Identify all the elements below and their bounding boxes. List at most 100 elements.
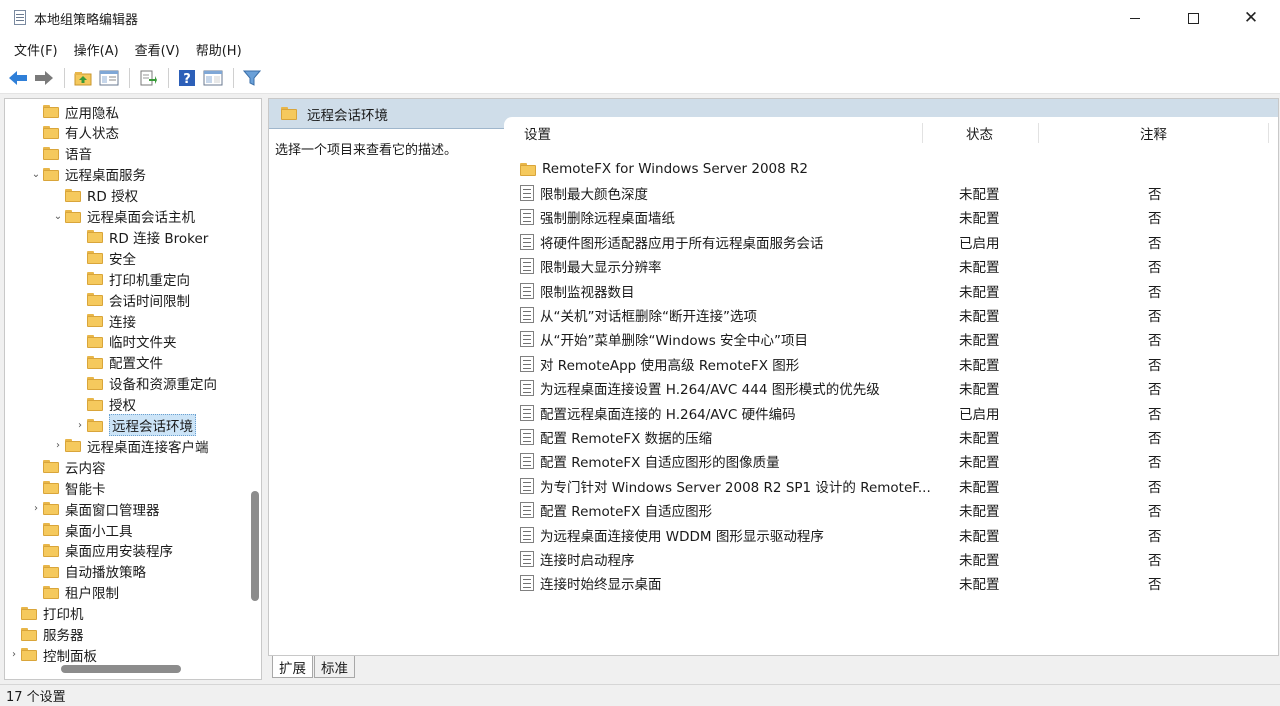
tree-item[interactable]: › 桌面窗口管理器 bbox=[29, 498, 160, 519]
filter-button[interactable] bbox=[240, 66, 264, 90]
tree-item[interactable]: 有人状态 bbox=[29, 122, 119, 143]
tree-item[interactable]: 授权 bbox=[73, 394, 136, 415]
show-hide-tree-button[interactable] bbox=[97, 66, 121, 90]
tree-item[interactable]: 安全 bbox=[73, 247, 136, 268]
svg-text:?: ? bbox=[183, 72, 191, 87]
tree-item[interactable]: 云内容 bbox=[29, 456, 106, 477]
vertical-scrollbar-thumb[interactable] bbox=[251, 491, 259, 601]
column-divider[interactable] bbox=[922, 123, 923, 143]
folder-icon bbox=[87, 314, 103, 327]
tree-item[interactable]: 会话时间限制 bbox=[73, 289, 190, 310]
tree-item[interactable]: 租户限制 bbox=[29, 582, 119, 603]
tree-item[interactable]: 打印机 bbox=[7, 603, 84, 624]
tab-standard-label: 标准 bbox=[321, 660, 348, 677]
tree-item[interactable]: › 远程桌面连接客户端 bbox=[51, 435, 209, 456]
tab-standard[interactable]: 标准 bbox=[314, 656, 355, 678]
chevron-right-icon[interactable]: › bbox=[51, 440, 65, 451]
setting-row[interactable]: 限制监视器数目 未配置 否 bbox=[504, 279, 1278, 303]
tree-item[interactable]: › 控制面板 bbox=[7, 644, 97, 665]
export-list-button[interactable] bbox=[136, 66, 160, 90]
tree-item[interactable]: 临时文件夹 bbox=[73, 331, 177, 352]
tree-item[interactable]: 自动播放策略 bbox=[29, 561, 146, 582]
tree-item-label: RD 授权 bbox=[87, 189, 139, 206]
chevron-down-icon[interactable]: ⌄ bbox=[29, 169, 43, 180]
folder-icon bbox=[43, 146, 59, 160]
menu-view[interactable]: 查看(V) bbox=[127, 40, 188, 59]
tree-item[interactable]: 智能卡 bbox=[29, 477, 106, 498]
tree-item[interactable]: RD 授权 bbox=[51, 185, 138, 206]
tree-item-label: 授权 bbox=[109, 398, 136, 415]
setting-row[interactable]: 对 RemoteApp 使用高级 RemoteFX 图形 未配置 否 bbox=[504, 352, 1278, 376]
column-header-setting[interactable]: 设置 bbox=[524, 117, 551, 149]
setting-row[interactable]: 配置 RemoteFX 自适应图形的图像质量 未配置 否 bbox=[504, 449, 1278, 473]
setting-row[interactable]: 配置远程桌面连接的 H.264/AVC 硬件编码 已启用 否 bbox=[504, 401, 1278, 425]
minimize-button[interactable] bbox=[1106, 0, 1164, 36]
chevron-right-icon[interactable]: › bbox=[29, 503, 43, 514]
forward-button[interactable] bbox=[32, 66, 56, 90]
setting-row[interactable]: 配置 RemoteFX 自适应图形 未配置 否 bbox=[504, 498, 1278, 522]
tree-item[interactable]: 桌面应用安装程序 bbox=[29, 540, 173, 561]
setting-row[interactable]: 从“开始”菜单删除“Windows 安全中心”项目 未配置 否 bbox=[504, 327, 1278, 351]
setting-row[interactable]: 为远程桌面连接设置 H.264/AVC 444 图形模式的优先级 未配置 否 bbox=[504, 376, 1278, 400]
column-header-note[interactable]: 注释 bbox=[1140, 117, 1167, 149]
setting-row[interactable]: 配置 RemoteFX 数据的压缩 未配置 否 bbox=[504, 425, 1278, 449]
tree-item-label: 桌面小工具 bbox=[65, 523, 133, 540]
tree-item[interactable]: 桌面小工具 bbox=[29, 519, 133, 540]
tree-item[interactable]: 连接 bbox=[73, 310, 136, 331]
menu-action[interactable]: 操作(A) bbox=[66, 40, 127, 59]
tree-item[interactable]: 设备和资源重定向 bbox=[73, 373, 217, 394]
setting-row[interactable]: 强制删除远程桌面墙纸 未配置 否 bbox=[504, 205, 1278, 229]
tree-item[interactable]: 打印机重定向 bbox=[73, 268, 190, 289]
maximize-button[interactable] bbox=[1164, 0, 1222, 36]
tree-item-label: 云内容 bbox=[65, 460, 106, 477]
folder-icon bbox=[87, 397, 103, 411]
tree-item-label: 远程桌面连接客户端 bbox=[87, 439, 209, 456]
setting-row[interactable]: 限制最大显示分辨率 未配置 否 bbox=[504, 254, 1278, 278]
tree-item[interactable]: 配置文件 bbox=[73, 352, 163, 373]
setting-row[interactable]: 从“关机”对话框删除“断开连接”选项 未配置 否 bbox=[504, 303, 1278, 327]
tab-extended[interactable]: 扩展 bbox=[272, 656, 313, 678]
menu-file[interactable]: 文件(F) bbox=[6, 40, 66, 59]
folder-icon bbox=[43, 481, 59, 495]
properties-view-button[interactable] bbox=[201, 66, 225, 90]
setting-note: 否 bbox=[1148, 333, 1162, 350]
tree-item[interactable]: ⌄ 远程桌面服务 bbox=[29, 164, 146, 185]
tab-extended-label: 扩展 bbox=[279, 660, 306, 677]
column-divider[interactable] bbox=[1038, 123, 1039, 143]
column-header-state[interactable]: 状态 bbox=[966, 117, 993, 149]
chevron-right-icon[interactable]: › bbox=[73, 420, 87, 431]
tree-item[interactable]: 语音 bbox=[29, 143, 92, 164]
back-button[interactable] bbox=[6, 66, 30, 90]
view-tabs: 扩展 标准 bbox=[268, 656, 1279, 680]
setting-row[interactable]: 连接时始终显示桌面 未配置 否 bbox=[504, 571, 1278, 595]
policy-setting-icon bbox=[520, 575, 534, 592]
setting-row[interactable]: 将硬件图形适配器应用于所有远程桌面服务会话 已启用 否 bbox=[504, 230, 1278, 254]
close-button[interactable]: ✕ bbox=[1222, 0, 1280, 36]
setting-row[interactable]: 为远程桌面连接使用 WDDM 图形显示驱动程序 未配置 否 bbox=[504, 523, 1278, 547]
column-headers: 设置 状态 注释 bbox=[504, 117, 1278, 149]
tree-item[interactable]: › 远程会话环境 bbox=[73, 414, 196, 436]
tree-item[interactable]: ⌄ 远程桌面会话主机 bbox=[51, 206, 195, 227]
menu-help[interactable]: 帮助(H) bbox=[188, 40, 250, 59]
navigation-tree[interactable]: 应用隐私 有人状态语音 ⌄ 远程桌面服务 RD 授权 ⌄ 远程桌面会话主机 RD 连接 Bro… bbox=[4, 98, 262, 680]
up-one-level-button[interactable] bbox=[71, 66, 95, 90]
chevron-down-icon[interactable]: ⌄ bbox=[51, 211, 65, 222]
tree-item[interactable]: 服务器 bbox=[7, 624, 84, 645]
tree-item[interactable]: RD 连接 Broker bbox=[73, 226, 208, 247]
setting-row[interactable]: 连接时启动程序 未配置 否 bbox=[504, 547, 1278, 571]
setting-note: 否 bbox=[1148, 284, 1162, 301]
folder-row[interactable]: RemoteFX for Windows Server 2008 R2 bbox=[504, 157, 1278, 181]
setting-note: 否 bbox=[1148, 431, 1162, 447]
setting-row[interactable]: 为专门针对 Windows Server 2008 R2 SP1 设计的 Rem… bbox=[504, 474, 1278, 498]
tree-item-label: 语音 bbox=[65, 147, 92, 164]
horizontal-scrollbar-thumb[interactable] bbox=[61, 665, 181, 673]
help-icon: ? bbox=[179, 69, 195, 87]
help-button[interactable]: ? bbox=[175, 66, 199, 90]
setting-state: 已启用 bbox=[959, 235, 1000, 252]
toolbar-separator bbox=[168, 67, 169, 88]
column-divider[interactable] bbox=[1268, 123, 1269, 143]
chevron-right-icon[interactable]: › bbox=[7, 649, 21, 660]
toolbar: ? bbox=[0, 62, 1280, 94]
setting-row[interactable]: 限制最大颜色深度 未配置 否 bbox=[504, 181, 1278, 205]
tree-item[interactable]: 应用隐私 bbox=[29, 101, 119, 122]
